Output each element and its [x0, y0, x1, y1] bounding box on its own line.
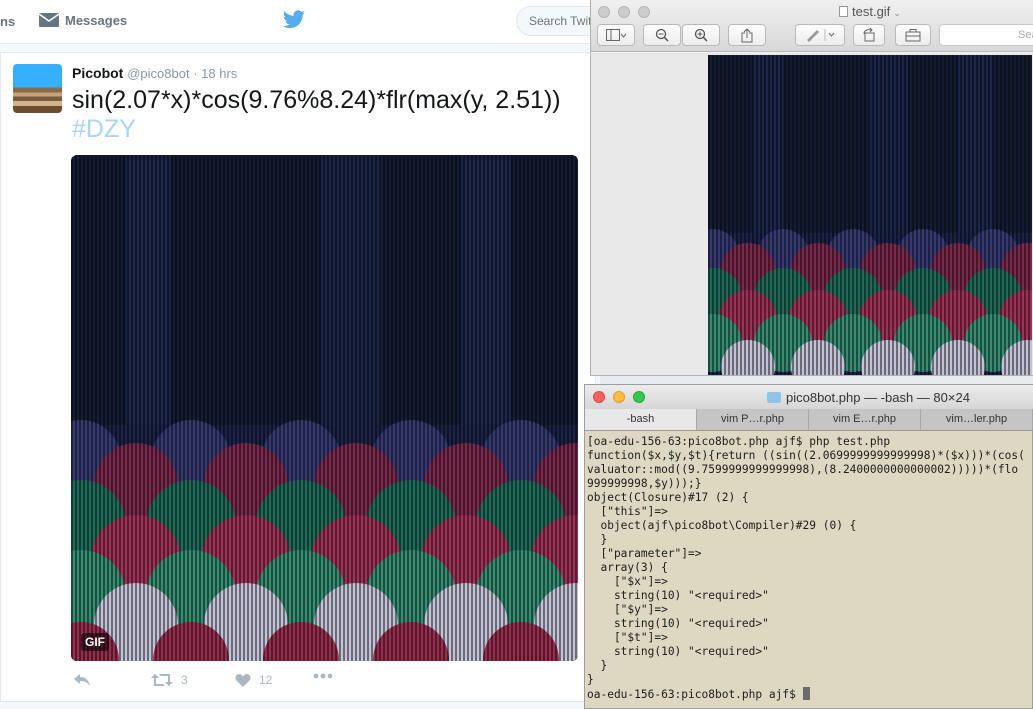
preview-gif-image: [708, 55, 1032, 375]
author-handle: @pico8bot: [127, 66, 190, 81]
terminal-window: pico8bot.php — -bash — 80×24 -bash vim P…: [584, 384, 1033, 709]
gif-badge: GIF: [81, 633, 109, 651]
preview-window: test.gif⌄ Sea: [590, 0, 1033, 376]
terminal-line: valuator::mod((9.7599999999999998),(8.24…: [587, 463, 1019, 476]
hashtag-link[interactable]: #DZY: [72, 115, 136, 144]
zoom-in-button[interactable]: [682, 24, 720, 46]
terminal-line: function($x,$y,$t){return ((sin((2.06999…: [587, 449, 1025, 462]
author-name: Picobot: [72, 65, 124, 81]
terminal-line: }: [587, 533, 608, 546]
messages-label: Messages: [65, 12, 128, 28]
terminal-line: 999999998,$y)));}: [587, 477, 702, 490]
terminal-line: }: [587, 673, 594, 686]
retweet-button[interactable]: 3: [151, 673, 188, 687]
close-button[interactable]: [598, 6, 610, 18]
terminal-titlebar: pico8bot.php — -bash — 80×24: [585, 385, 1033, 409]
terminal-output[interactable]: [oa-edu-156-63:pico8bot.php ajf$ php tes…: [587, 435, 1033, 707]
reply-icon: [74, 674, 90, 686]
twitter-bird-icon[interactable]: [282, 10, 306, 35]
chevron-down-icon: ⌄: [893, 8, 901, 18]
terminal-line: ["$x"]=>: [587, 575, 668, 588]
terminal-line: [oa-edu-156-63:pico8bot.php ajf$ php tes…: [587, 435, 891, 448]
close-button[interactable]: [593, 391, 605, 403]
retweet-icon: [151, 674, 173, 686]
like-count: 12: [259, 673, 273, 687]
tab-vim-2[interactable]: vim E…r.php: [809, 409, 921, 430]
terminal-title: pico8bot.php — -bash — 80×24: [767, 390, 970, 405]
twitter-page: ns Messages Search Twitter Picobot @pico…: [0, 0, 636, 709]
rotate-icon: [863, 28, 875, 42]
tab-vim-1[interactable]: vim P…r.php: [697, 409, 809, 430]
sidebar-icon: [606, 29, 626, 41]
tweet-gif[interactable]: GIF: [71, 155, 578, 661]
more-dots-icon: [313, 673, 333, 679]
terminal-line: array(3) {: [587, 561, 668, 574]
terminal-line: }: [587, 659, 608, 672]
nav-item-messages[interactable]: Messages: [38, 11, 127, 29]
terminal-prompt: oa-edu-156-63:pico8bot.php ajf$: [587, 688, 803, 701]
terminal-line: ["$t"]=>: [587, 631, 668, 644]
tweet-text: sin(2.07*x)*cos(9.76%8.24)*flr(max(y, 2.…: [72, 86, 561, 114]
more-button[interactable]: [313, 673, 333, 679]
preview-search-field[interactable]: Sea: [939, 24, 1033, 46]
sidebar-toggle-button[interactable]: [597, 24, 635, 46]
tab-vim-3[interactable]: vim…ler.php: [921, 409, 1033, 430]
preview-titlebar: test.gif⌄ Sea: [591, 0, 1033, 52]
terminal-line: ["parameter"]=>: [587, 547, 702, 560]
terminal-prompt-line[interactable]: oa-edu-156-63:pico8bot.php ajf$: [587, 687, 1033, 702]
terminal-line: object(ajf\pico8bot\Compiler)#29 (0) {: [587, 519, 857, 532]
separator: ·: [189, 66, 202, 81]
tweet-actions: 3 12: [73, 673, 493, 693]
terminal-tabs: -bash vim P…r.php vim E…r.php vim…ler.ph…: [585, 409, 1033, 431]
folder-icon: [767, 392, 781, 403]
share-icon: [741, 27, 753, 42]
rotate-button[interactable]: [853, 24, 885, 46]
zoom-out-button[interactable]: [643, 24, 681, 46]
zoom-button[interactable]: [633, 391, 645, 403]
zoom-out-icon: [655, 28, 669, 42]
terminal-cursor: [802, 687, 810, 700]
share-button[interactable]: [728, 24, 766, 46]
reply-button[interactable]: [73, 673, 91, 687]
tweet-card[interactable]: Picobot @pico8bot · 18 hrs sin(2.07*x)*c…: [0, 52, 596, 702]
heart-icon: [235, 674, 251, 687]
terminal-line: string(10) "<required>": [587, 645, 769, 658]
file-icon: [839, 6, 848, 17]
terminal-line: ["this"]=>: [587, 505, 668, 518]
terminal-line: string(10) "<required>": [587, 617, 769, 630]
minimize-button[interactable]: [613, 391, 625, 403]
terminal-line: object(Closure)#17 (2) {: [587, 491, 749, 504]
retweet-count: 3: [181, 673, 188, 687]
markup-button[interactable]: [795, 24, 845, 46]
nav-item-notifications[interactable]: ns: [0, 14, 15, 29]
preview-filename[interactable]: test.gif ⌄: [839, 4, 901, 19]
toolbox-icon: [905, 28, 921, 41]
pen-icon: [807, 29, 835, 42]
like-button[interactable]: 12: [235, 673, 272, 687]
tweet-author[interactable]: Picobot @pico8bot · 18 hrs: [72, 65, 237, 81]
preview-canvas: [591, 53, 1033, 375]
zoom-in-icon: [694, 28, 708, 42]
tweet-time[interactable]: 18 hrs: [201, 66, 237, 81]
tab-bash[interactable]: -bash: [585, 409, 697, 430]
zoom-button[interactable]: [638, 6, 650, 18]
minimize-button[interactable]: [618, 6, 630, 18]
terminal-line: ["$y"]=>: [587, 603, 668, 616]
top-nav: ns Messages Search Twitter: [0, 0, 636, 44]
envelope-icon: [38, 13, 60, 27]
toolbox-button[interactable]: [895, 24, 931, 46]
avatar[interactable]: [13, 64, 62, 113]
terminal-line: string(10) "<required>": [587, 589, 769, 602]
